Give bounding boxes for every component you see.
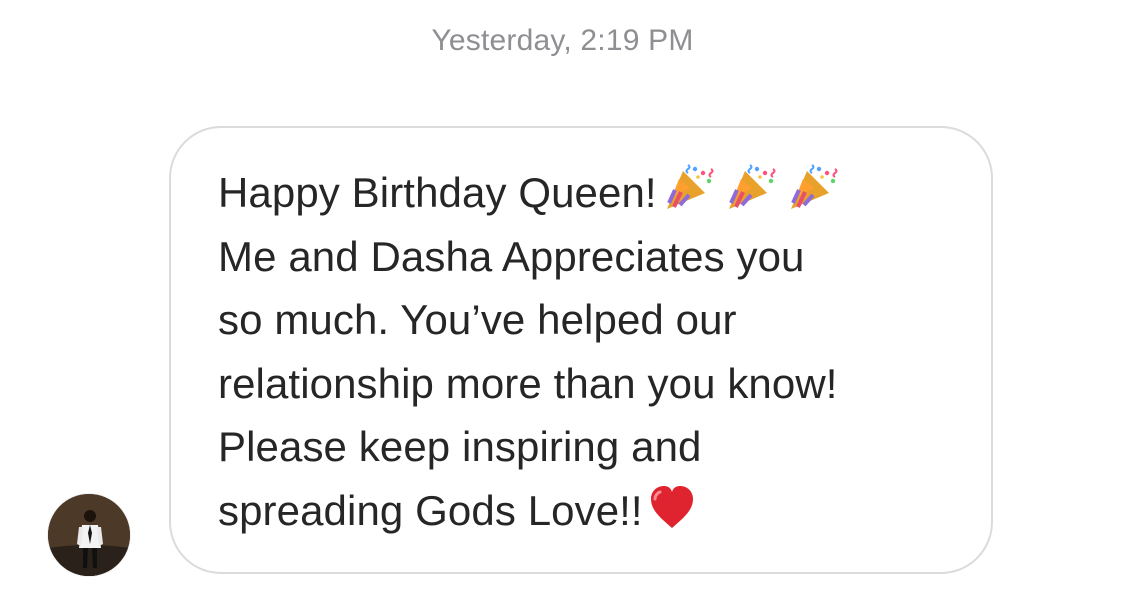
red-heart-icon [645,483,699,531]
message-row: Happy Birthday Queen! Me and Dasha Appre… [0,0,1125,606]
message-line-6-text: spreading Gods Love!! [218,486,643,534]
message-line-4: relationship more than you know! [218,359,838,407]
party-popper-icon [721,161,781,213]
message-bubble[interactable]: Happy Birthday Queen! Me and Dasha Appre… [169,126,993,574]
message-line-1-text: Happy Birthday Queen! [218,169,657,216]
party-popper-icon [659,161,719,213]
message-line-1: Happy Birthday Queen! [218,161,955,225]
message-line-3: so much. You’ve helped our [218,296,737,343]
party-popper-icon [783,161,843,213]
message-line-5: Please keep inspiring and [218,423,702,470]
sender-avatar[interactable] [48,494,130,576]
message-line-2: Me and Dasha Appreciates you [218,232,805,280]
message-line-6: spreading Gods Love!! [218,479,955,543]
person-avatar-icon [48,494,130,576]
